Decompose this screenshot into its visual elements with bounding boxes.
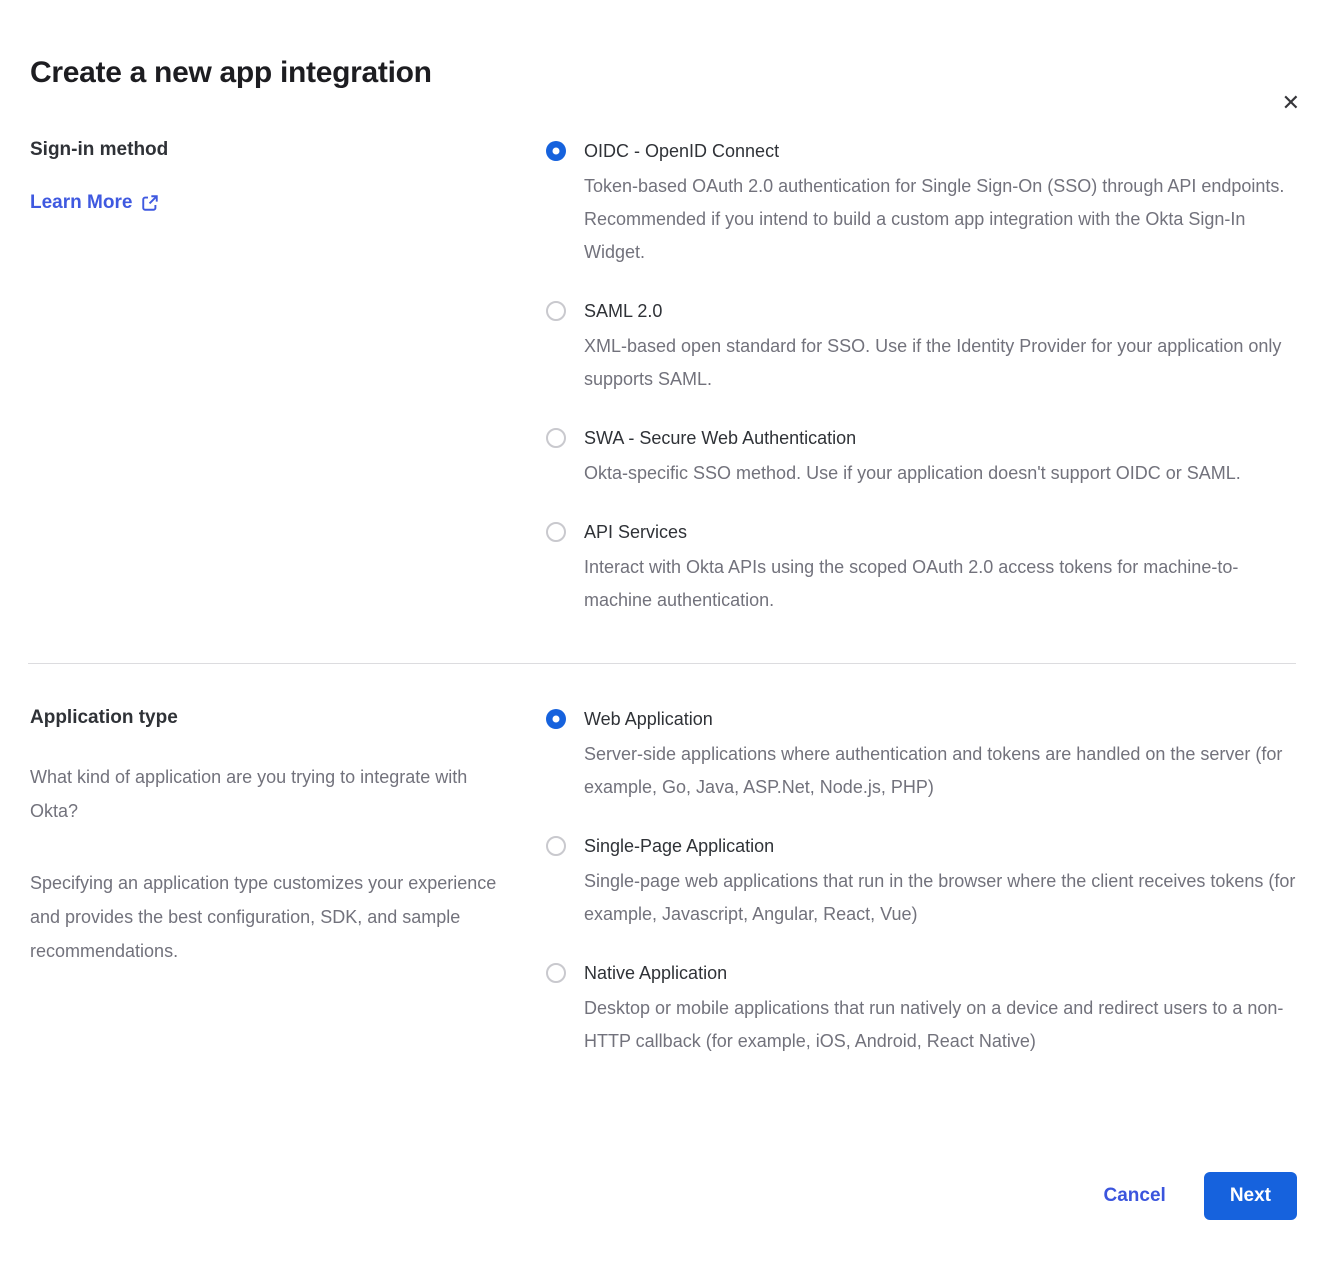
signin-method-options: OIDC - OpenID Connect Token-based OAuth …: [546, 138, 1296, 617]
radio-option-text: Web Application Server-side applications…: [584, 706, 1296, 804]
radio-option-label[interactable]: Web Application: [584, 706, 1296, 732]
radio-icon[interactable]: [546, 301, 566, 321]
radio-option-description: Token-based OAuth 2.0 authentication for…: [584, 170, 1296, 269]
learn-more-label: Learn More: [30, 192, 132, 214]
radio-option-text: OIDC - OpenID Connect Token-based OAuth …: [584, 138, 1296, 269]
application-type-section: Application type What kind of applicatio…: [0, 706, 1332, 1058]
cancel-button[interactable]: Cancel: [1104, 1185, 1166, 1207]
dialog-footer: Cancel Next: [0, 1172, 1332, 1220]
radio-icon[interactable]: [546, 963, 566, 983]
radio-option-label[interactable]: API Services: [584, 519, 1296, 545]
application-type-options: Web Application Server-side applications…: [546, 706, 1296, 1058]
radio-option-label[interactable]: SAML 2.0: [584, 298, 1296, 324]
radio-icon[interactable]: [546, 709, 566, 729]
signin-method-left-column: Sign-in method Learn More: [30, 138, 546, 617]
radio-option-single-page-application[interactable]: Single-Page Application Single-page web …: [546, 833, 1296, 931]
radio-option-description: Single-page web applications that run in…: [584, 865, 1296, 931]
radio-option-text: SAML 2.0 XML-based open standard for SSO…: [584, 298, 1296, 396]
signin-method-section: Sign-in method Learn More OIDC - OpenID …: [0, 138, 1332, 617]
radio-option-text: API Services Interact with Okta APIs usi…: [584, 519, 1296, 617]
dialog-title: Create a new app integration: [30, 56, 1332, 90]
signin-method-heading: Sign-in method: [30, 138, 520, 162]
radio-option-text: Single-Page Application Single-page web …: [584, 833, 1296, 931]
application-type-heading: Application type: [30, 706, 520, 730]
radio-icon[interactable]: [546, 522, 566, 542]
radio-option-description: Desktop or mobile applications that run …: [584, 992, 1296, 1058]
radio-option-description: Okta-specific SSO method. Use if your ap…: [584, 457, 1241, 490]
radio-option-label[interactable]: OIDC - OpenID Connect: [584, 138, 1296, 164]
radio-option-label[interactable]: Native Application: [584, 960, 1296, 986]
application-type-note: Specifying an application type customize…: [30, 866, 520, 968]
radio-option-oidc[interactable]: OIDC - OpenID Connect Token-based OAuth …: [546, 138, 1296, 269]
radio-icon[interactable]: [546, 141, 566, 161]
application-type-question: What kind of application are you trying …: [30, 760, 520, 828]
radio-option-web-application[interactable]: Web Application Server-side applications…: [546, 706, 1296, 804]
radio-option-api-services[interactable]: API Services Interact with Okta APIs usi…: [546, 519, 1296, 617]
radio-option-saml[interactable]: SAML 2.0 XML-based open standard for SSO…: [546, 298, 1296, 396]
radio-option-description: Interact with Okta APIs using the scoped…: [584, 551, 1296, 617]
radio-option-swa[interactable]: SWA - Secure Web Authentication Okta-spe…: [546, 425, 1296, 490]
section-divider: [28, 663, 1296, 664]
external-link-icon: [141, 194, 159, 212]
close-icon[interactable]: ✕: [1282, 92, 1300, 114]
learn-more-link[interactable]: Learn More: [30, 192, 159, 214]
radio-icon[interactable]: [546, 836, 566, 856]
radio-option-description: XML-based open standard for SSO. Use if …: [584, 330, 1296, 396]
radio-option-label[interactable]: SWA - Secure Web Authentication: [584, 425, 1241, 451]
create-app-integration-dialog: ✕ Create a new app integration Sign-in m…: [0, 56, 1332, 1266]
radio-option-text: SWA - Secure Web Authentication Okta-spe…: [584, 425, 1241, 490]
radio-option-label[interactable]: Single-Page Application: [584, 833, 1296, 859]
radio-option-description: Server-side applications where authentic…: [584, 738, 1296, 804]
radio-option-native-application[interactable]: Native Application Desktop or mobile app…: [546, 960, 1296, 1058]
radio-icon[interactable]: [546, 428, 566, 448]
radio-option-text: Native Application Desktop or mobile app…: [584, 960, 1296, 1058]
next-button[interactable]: Next: [1204, 1172, 1297, 1220]
application-type-left-column: Application type What kind of applicatio…: [30, 706, 546, 1058]
